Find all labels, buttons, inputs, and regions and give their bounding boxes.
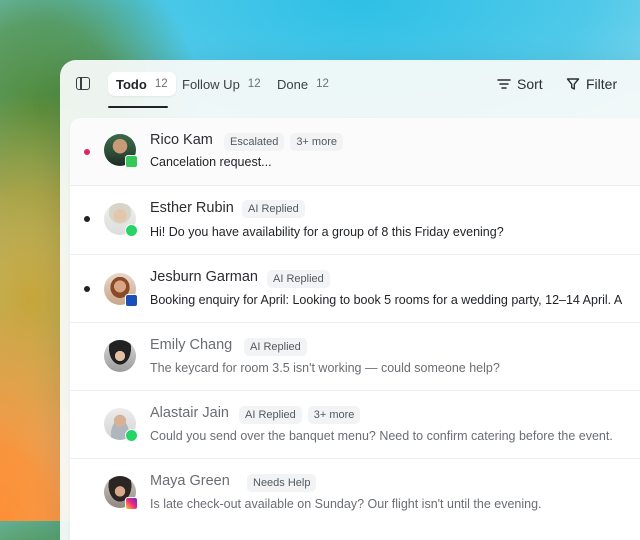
status-tag: Escalated xyxy=(224,133,285,151)
tab-done[interactable]: Done 12 xyxy=(277,72,329,96)
tab-count: 12 xyxy=(247,78,261,90)
avatar xyxy=(104,408,138,442)
active-tab-indicator xyxy=(108,106,168,108)
conversation-list: Rico Kam Escalated 3+ more Cancelation r… xyxy=(70,118,640,540)
contact-name: Esther Rubin xyxy=(150,200,234,216)
more-tags[interactable]: 3+ more xyxy=(307,406,361,424)
unread-dot xyxy=(84,216,90,222)
tab-follow-up[interactable]: Follow Up 12 xyxy=(182,72,261,96)
more-tags[interactable]: 3+ more xyxy=(290,133,343,151)
sort-icon xyxy=(497,79,511,89)
conversation-row[interactable]: Rico Kam Escalated 3+ more Cancelation r… xyxy=(70,118,640,186)
status-tag: AI Replied xyxy=(244,338,307,356)
avatar xyxy=(104,340,136,372)
booking-icon xyxy=(125,294,138,307)
status-tag: Needs Help xyxy=(247,474,317,492)
contact-name: Alastair Jain xyxy=(150,405,229,421)
tab-count: 12 xyxy=(316,78,329,90)
conversation-row[interactable]: Emily Chang AI Replied The keycard for r… xyxy=(70,322,640,391)
message-preview: The keycard for room 3.5 isn't working —… xyxy=(150,361,500,375)
filter-label: Filter xyxy=(586,76,618,92)
message-preview: Is late check-out available on Sunday? O… xyxy=(150,497,542,511)
contact-name: Rico Kam xyxy=(150,132,213,148)
conversation-row[interactable]: Maya Green Needs Help Is late check-out … xyxy=(70,458,640,526)
avatar xyxy=(104,273,138,307)
whatsapp-icon xyxy=(125,224,138,237)
contact-name: Jesburn Garman xyxy=(150,269,258,285)
avatar xyxy=(104,134,138,168)
filter-icon xyxy=(566,78,580,90)
tag-group: AI Replied xyxy=(244,338,307,356)
unread-dot xyxy=(84,286,90,292)
status-tag: AI Replied xyxy=(267,270,330,288)
tab-count: 12 xyxy=(154,78,168,90)
avatar xyxy=(104,476,138,510)
tag-group: AI Replied xyxy=(242,200,305,218)
message-preview: Hi! Do you have availability for a group… xyxy=(150,225,504,239)
tab-label: Todo xyxy=(116,76,147,92)
conversation-row[interactable]: Alastair Jain AI Replied 3+ more Could y… xyxy=(70,390,640,459)
imessage-icon xyxy=(125,155,138,168)
message-preview: Booking enquiry for April: Looking to bo… xyxy=(150,293,623,307)
whatsapp-icon xyxy=(125,429,138,442)
contact-name: Maya Green xyxy=(150,473,230,489)
tab-label: Follow Up xyxy=(182,76,240,92)
tag-group: Escalated 3+ more xyxy=(224,133,343,151)
conversation-row[interactable]: Esther Rubin AI Replied Hi! Do you have … xyxy=(70,185,640,255)
avatar xyxy=(104,203,138,237)
sort-label: Sort xyxy=(517,76,543,92)
filter-button[interactable]: Filter xyxy=(566,74,617,94)
top-bar: Todo 12 Follow Up 12 Done 12 Sort Filter xyxy=(60,60,640,110)
sort-button[interactable]: Sort xyxy=(497,74,543,94)
tag-group: AI Replied xyxy=(267,270,330,288)
contact-name: Emily Chang xyxy=(150,337,233,353)
tab-todo[interactable]: Todo 12 xyxy=(108,72,176,96)
status-tag: AI Replied xyxy=(239,406,302,424)
tag-group: AI Replied 3+ more xyxy=(239,406,361,424)
inbox-window: Todo 12 Follow Up 12 Done 12 Sort Filter xyxy=(60,60,640,540)
tab-label: Done xyxy=(277,76,309,92)
message-preview: Cancelation request... xyxy=(150,155,272,169)
conversation-row[interactable]: Jesburn Garman AI Replied Booking enquir… xyxy=(70,254,640,323)
status-tag: AI Replied xyxy=(242,200,305,218)
instagram-icon xyxy=(125,497,138,510)
message-preview: Could you send over the banquet menu? Ne… xyxy=(150,429,613,443)
tag-group: Needs Help xyxy=(247,474,317,492)
sidebar-toggle-icon[interactable] xyxy=(76,77,90,90)
unread-dot xyxy=(84,149,90,155)
